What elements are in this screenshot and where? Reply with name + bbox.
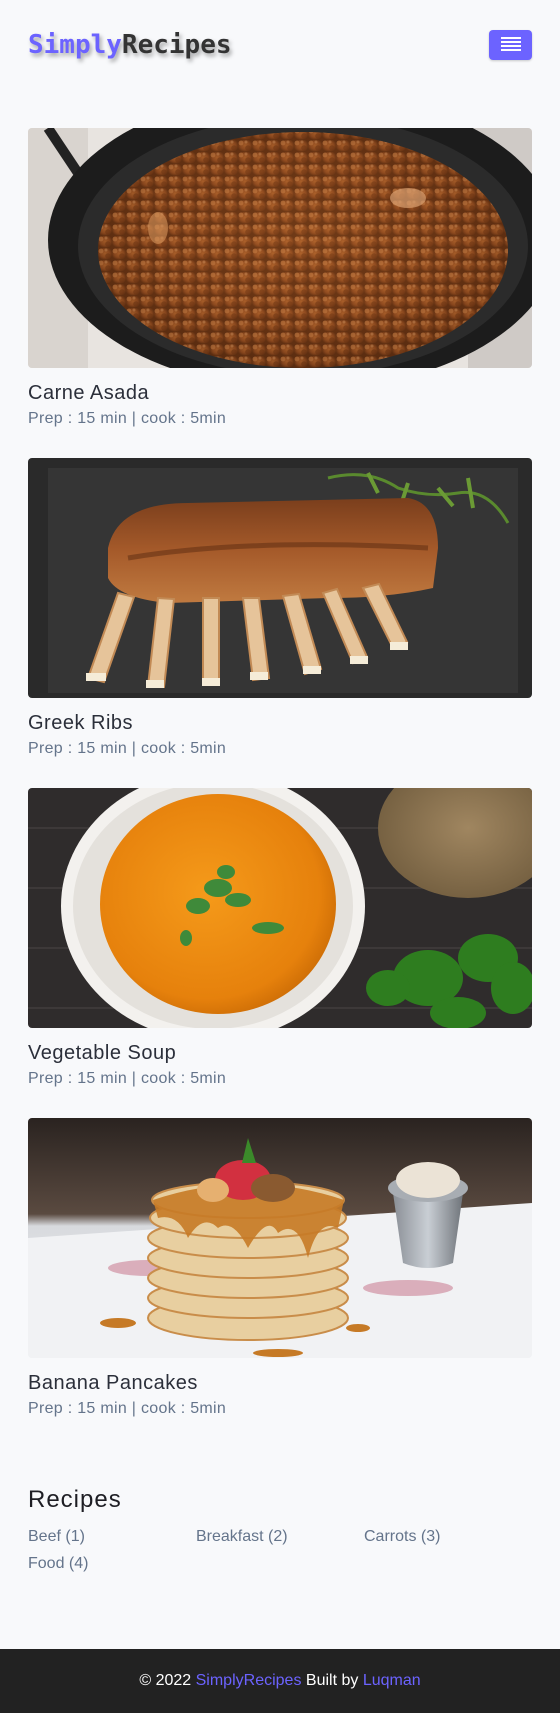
footer-author-link[interactable]: Luqman <box>363 1672 421 1690</box>
recipe-tags-section: Recipes Beef (1) Breakfast (2) Carrots (… <box>0 1448 560 1573</box>
site-footer: © 2022 SimplyRecipes Built by Luqman <box>0 1649 560 1713</box>
tag-link-breakfast[interactable]: Breakfast (2) <box>196 1528 364 1546</box>
recipe-meta: Prep : 15 min | cook : 5min <box>28 740 227 757</box>
recipe-meta: Prep : 15 min | cook : 5min <box>28 1400 227 1417</box>
recipe-image-carne-asada[interactable] <box>28 128 532 368</box>
tag-list: Beef (1) Breakfast (2) Carrots (3) Food … <box>28 1528 532 1573</box>
recipe-list: Carne Asada Prep : 15 min | cook : 5min <box>0 100 560 1418</box>
tag-link-food[interactable]: Food (4) <box>28 1555 196 1573</box>
logo-recipes: Recipes <box>121 30 232 60</box>
recipe-image-greek-ribs[interactable] <box>28 458 532 698</box>
tag-link-beef[interactable]: Beef (1) <box>28 1528 196 1546</box>
recipe-title: Banana Pancakes <box>28 1372 198 1394</box>
recipe-meta: Prep : 15 min | cook : 5min <box>28 410 227 427</box>
site-logo[interactable]: SimplyRecipes <box>28 30 232 60</box>
footer-brand-link[interactable]: SimplyRecipes <box>196 1672 302 1690</box>
recipe-card[interactable]: Greek Ribs Prep : 15 min | cook : 5min <box>28 458 532 758</box>
tag-link-carrots[interactable]: Carrots (3) <box>364 1528 532 1546</box>
recipe-image-vegetable-soup[interactable] <box>28 788 532 1028</box>
footer-copyright: © 2022 <box>139 1672 192 1689</box>
logo-simply: Simply <box>28 30 122 60</box>
site-header: SimplyRecipes <box>0 0 560 100</box>
hamburger-menu-icon <box>500 37 521 51</box>
footer-built-by: Built by <box>305 1672 359 1689</box>
recipe-title: Carne Asada <box>28 382 150 404</box>
menu-toggle-button[interactable] <box>489 30 532 60</box>
recipe-image-banana-pancakes[interactable] <box>28 1118 532 1358</box>
recipe-card[interactable]: Banana Pancakes Prep : 15 min | cook : 5… <box>28 1118 532 1418</box>
recipe-title: Vegetable Soup <box>28 1042 177 1064</box>
recipe-title: Greek Ribs <box>28 712 134 734</box>
recipe-card[interactable]: Carne Asada Prep : 15 min | cook : 5min <box>28 128 532 428</box>
recipe-meta: Prep : 15 min | cook : 5min <box>28 1070 227 1087</box>
recipe-card[interactable]: Vegetable Soup Prep : 15 min | cook : 5m… <box>28 788 532 1088</box>
tags-heading: Recipes <box>28 1486 122 1513</box>
